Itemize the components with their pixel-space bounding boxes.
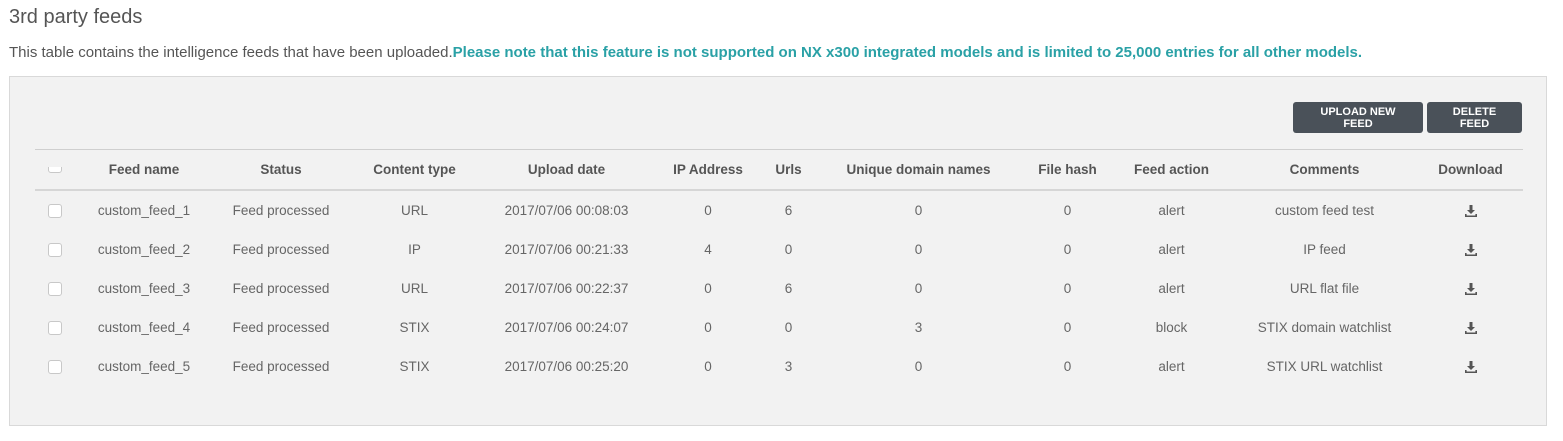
header-ip-address[interactable]: IP Address: [653, 162, 763, 177]
download-icon[interactable]: [1464, 321, 1477, 334]
row-select-cell: [35, 203, 75, 218]
select-all-cell: [35, 166, 75, 173]
feed-hash-count: 0: [1063, 281, 1072, 296]
download-icon[interactable]: [1464, 360, 1477, 373]
feed-domain-count: 3: [914, 320, 923, 335]
feed-ip-count: 0: [704, 203, 712, 218]
header-urls[interactable]: Urls: [763, 162, 814, 177]
feed-domain-count: 0: [914, 203, 923, 218]
table-header: Feed name Status Content type Upload dat…: [35, 150, 1523, 191]
feed-hash-count: 0: [1063, 203, 1072, 218]
row-select-cell: [35, 281, 75, 296]
download-icon[interactable]: [1464, 243, 1477, 256]
feed-url-count: 6: [784, 203, 793, 218]
table-row: custom_feed_2 Feed processed IP 2017/07/…: [35, 230, 1523, 269]
description-text: This table contains the intelligence fee…: [9, 44, 453, 61]
feed-action: alert: [1158, 203, 1185, 218]
feed-name: custom_feed_1: [97, 203, 191, 218]
row-checkbox[interactable]: [48, 203, 62, 218]
feed-comments: custom feed test: [1274, 203, 1375, 218]
feed-domain-count: 0: [914, 281, 923, 296]
feed-content-type: URL: [400, 281, 428, 296]
row-checkbox[interactable]: [48, 359, 62, 374]
feed-hash-count: 0: [1063, 359, 1072, 374]
header-feed-name[interactable]: Feed name: [75, 162, 213, 177]
header-upload-date[interactable]: Upload date: [480, 162, 653, 177]
feed-upload-date: 2017/07/06 00:08:03: [504, 203, 629, 218]
feed-action: alert: [1158, 242, 1185, 257]
feed-action: block: [1155, 320, 1188, 335]
toolbar: UPLOAD NEW FEED DELETE FEED: [1293, 102, 1522, 133]
feed-url-count: 0: [784, 320, 793, 335]
page-title: 3rd party feeds: [9, 6, 143, 28]
table-row: custom_feed_1 Feed processed URL 2017/07…: [35, 191, 1523, 230]
download-cell: [1418, 282, 1523, 295]
feed-url-count: 3: [784, 359, 793, 374]
page-description: This table contains the intelligence fee…: [9, 44, 1362, 61]
feed-ip-count: 0: [704, 281, 712, 296]
feed-content-type: STIX: [399, 320, 430, 335]
feed-comments: STIX domain watchlist: [1257, 320, 1392, 335]
header-content-type[interactable]: Content type: [349, 162, 480, 177]
table-row: custom_feed_4 Feed processed STIX 2017/0…: [35, 308, 1523, 347]
feed-status: Feed processed: [232, 359, 330, 374]
feed-status: Feed processed: [232, 320, 330, 335]
download-icon[interactable]: [1464, 282, 1477, 295]
feed-ip-count: 0: [704, 359, 712, 374]
feed-upload-date: 2017/07/06 00:21:33: [504, 242, 629, 257]
upload-new-feed-button[interactable]: UPLOAD NEW FEED: [1293, 102, 1423, 133]
header-file-hash[interactable]: File hash: [1023, 162, 1112, 177]
feed-ip-count: 0: [704, 320, 712, 335]
row-select-cell: [35, 320, 75, 335]
download-cell: [1418, 243, 1523, 256]
feed-upload-date: 2017/07/06 00:22:37: [504, 281, 629, 296]
header-status[interactable]: Status: [213, 162, 349, 177]
feed-name: custom_feed_5: [97, 359, 191, 374]
feed-hash-count: 0: [1063, 320, 1072, 335]
support-note: Please note that this feature is not sup…: [452, 44, 1363, 61]
header-comments[interactable]: Comments: [1231, 162, 1418, 177]
feed-action: alert: [1158, 281, 1185, 296]
feed-comments: URL flat file: [1289, 281, 1360, 296]
download-icon[interactable]: [1464, 204, 1477, 217]
row-checkbox[interactable]: [48, 320, 62, 335]
feed-status: Feed processed: [232, 281, 330, 296]
table-row: custom_feed_3 Feed processed URL 2017/07…: [35, 269, 1523, 308]
table-row: custom_feed_5 Feed processed STIX 2017/0…: [35, 347, 1523, 386]
feed-name: custom_feed_2: [97, 242, 191, 257]
feed-domain-count: 0: [914, 242, 923, 257]
header-feed-action[interactable]: Feed action: [1112, 162, 1231, 177]
header-unique-domain-names[interactable]: Unique domain names: [814, 162, 1023, 177]
delete-feed-button[interactable]: DELETE FEED: [1427, 102, 1522, 133]
feed-name: custom_feed_3: [97, 281, 191, 296]
feed-content-type: IP: [408, 242, 421, 257]
feed-domain-count: 0: [914, 359, 923, 374]
feed-hash-count: 0: [1063, 242, 1072, 257]
row-select-cell: [35, 359, 75, 374]
feed-upload-date: 2017/07/06 00:24:07: [504, 320, 629, 335]
header-download: Download: [1438, 162, 1503, 177]
feed-comments: STIX URL watchlist: [1266, 359, 1383, 374]
download-cell: [1418, 204, 1523, 217]
row-checkbox[interactable]: [48, 242, 62, 257]
feeds-panel: UPLOAD NEW FEED DELETE FEED Feed name St…: [9, 76, 1547, 426]
feed-content-type: STIX: [399, 359, 430, 374]
feed-status: Feed processed: [232, 203, 330, 218]
select-all-checkbox[interactable]: [48, 166, 62, 173]
download-cell: [1418, 360, 1523, 373]
feed-action: alert: [1158, 359, 1185, 374]
download-cell: [1418, 321, 1523, 334]
feed-url-count: 6: [784, 281, 793, 296]
feeds-table: Feed name Status Content type Upload dat…: [35, 149, 1523, 386]
feed-ip-count: 4: [704, 242, 712, 257]
feed-status: Feed processed: [232, 242, 330, 257]
feed-url-count: 0: [784, 242, 793, 257]
row-select-cell: [35, 242, 75, 257]
feed-comments: IP feed: [1303, 242, 1346, 257]
feed-upload-date: 2017/07/06 00:25:20: [504, 359, 629, 374]
feed-content-type: URL: [400, 203, 428, 218]
feed-name: custom_feed_4: [97, 320, 191, 335]
row-checkbox[interactable]: [48, 281, 62, 296]
